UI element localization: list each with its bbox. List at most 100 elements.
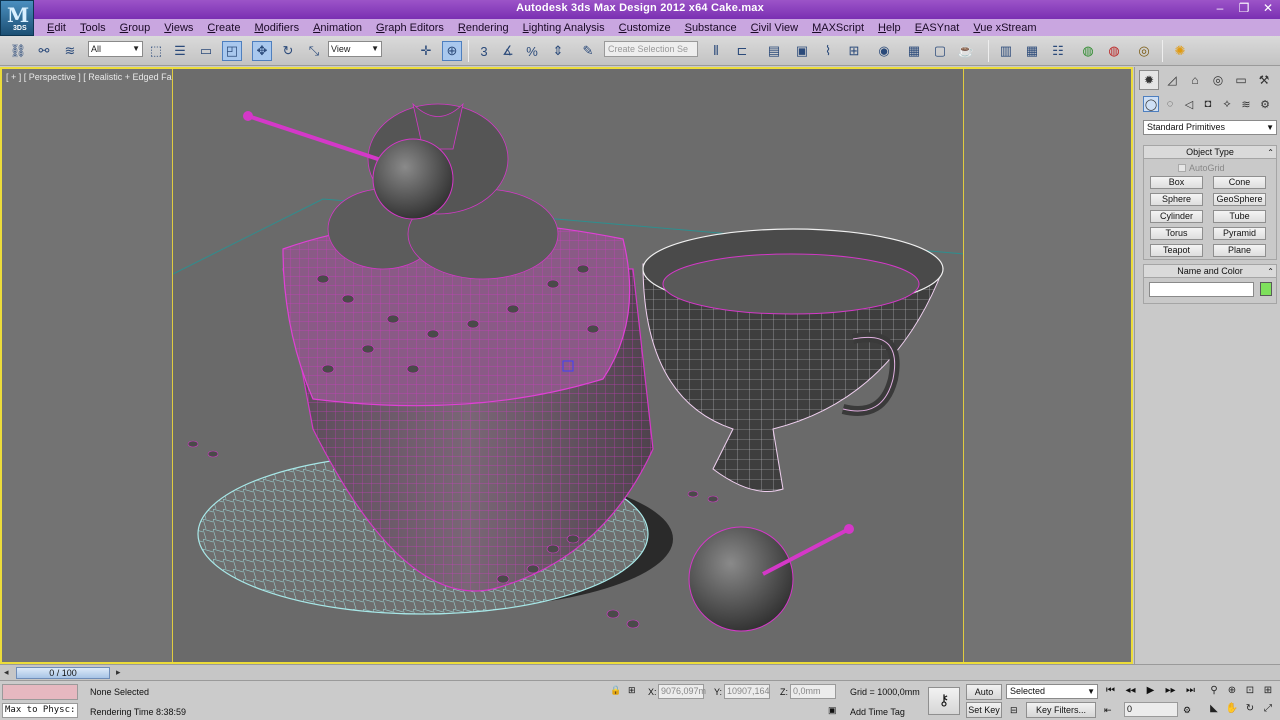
next-frame-icon[interactable]: ▸▸ [1162,684,1179,699]
zoom-extents-icon[interactable]: ⊡ [1242,683,1258,699]
sun-icon[interactable]: ✺ [1170,41,1190,61]
helpers-icon[interactable]: ⟡ [1219,96,1235,112]
add-time-tag[interactable]: Add Time Tag [850,707,905,717]
close-button[interactable]: ✕ [1256,0,1280,18]
minimize-button[interactable]: – [1208,0,1232,18]
select-object-icon[interactable]: ⬚ [146,41,166,61]
select-rotate-icon[interactable]: ↻ [278,41,298,61]
menu-help[interactable]: Help [871,22,908,34]
previous-frame-icon[interactable]: ◂◂ [1122,684,1139,699]
auto-key-button[interactable]: Auto Key [966,684,1002,711]
curve-editor-icon[interactable]: ⌇ [818,41,838,61]
tube-button[interactable]: Tube [1213,210,1266,223]
hierarchy-tab-icon[interactable]: ⌂ [1185,70,1205,90]
menu-rendering[interactable]: Rendering [451,22,516,34]
box-button[interactable]: Box [1150,176,1203,189]
cameras-icon[interactable]: ◘ [1200,96,1216,112]
pivot-center-icon[interactable]: ✛ [416,41,436,61]
table-icon[interactable]: ▥ [996,41,1016,61]
key-filters-icon[interactable]: ⊟ [1010,705,1018,716]
systems-icon[interactable]: ⚙ [1257,96,1273,112]
time-slider[interactable]: ◂ 0 / 100 ▸ [0,664,1280,680]
reference-coordinate-dropdown[interactable]: View ▼ [328,41,382,57]
selection-filter-dropdown[interactable]: All ▼ [88,41,143,57]
time-slider-next-icon[interactable]: ▸ [116,667,121,678]
graphite-toolbar-icon[interactable]: ▣ [792,41,812,61]
percent-snap-icon[interactable]: % [522,41,542,61]
zoom-extents-all-icon[interactable]: ⊞ [1260,683,1276,699]
x-coordinate-field[interactable]: 9076,097m [658,684,706,699]
current-frame-field[interactable]: 0 [1124,702,1178,717]
maximize-button[interactable]: ❐ [1232,0,1256,18]
render-production-icon[interactable]: ☕ [956,41,976,61]
list-icon[interactable]: ☷ [1048,41,1068,61]
orbit-icon[interactable]: ↻ [1242,701,1258,717]
play-icon[interactable]: ▶ [1142,684,1159,699]
select-manipulate-icon[interactable]: ⊕ [442,41,462,61]
select-by-name-icon[interactable]: ☰ [170,41,190,61]
zoom-icon[interactable]: ⚲ [1206,683,1222,699]
named-selection-sets-field[interactable]: Create Selection Se [604,41,698,57]
menu-graph-editors[interactable]: Graph Editors [369,22,451,34]
menu-substance[interactable]: Substance [678,22,744,34]
time-slider-prev-icon[interactable]: ◂ [4,667,9,678]
key-mode-toggle-icon[interactable]: ⇤ [1104,705,1112,716]
time-tag-icon[interactable]: ▣ [828,705,837,716]
key-mode-dropdown[interactable]: Selected ▼ [1006,684,1098,699]
menu-create[interactable]: Create [200,22,247,34]
plugin-gold-icon[interactable]: ◎ [1134,41,1154,61]
shapes-icon[interactable]: ◌ [1162,96,1178,112]
plugin-red-icon[interactable]: ◍ [1104,41,1124,61]
cylinder-button[interactable]: Cylinder [1150,210,1203,223]
object-color-swatch[interactable] [1260,282,1272,296]
primitive-category-dropdown[interactable]: Standard Primitives ▼ [1143,120,1277,135]
time-configuration-icon[interactable]: ⚙ [1183,705,1191,716]
menu-edit[interactable]: Edit [40,22,73,34]
menu-tools[interactable]: Tools [73,22,113,34]
object-name-input[interactable] [1149,282,1254,297]
window-crossing-icon[interactable]: ◰ [222,41,242,61]
spinner-snap-icon[interactable]: ⇕ [548,41,568,61]
geosphere-button[interactable]: GeoSphere [1213,193,1266,206]
menu-views[interactable]: Views [157,22,200,34]
cone-button[interactable]: Cone [1213,176,1266,189]
select-move-icon[interactable]: ✥ [252,41,272,61]
application-button[interactable]: M 3DS [0,0,34,36]
teapot-button[interactable]: Teapot [1150,244,1203,257]
schematic-view-icon[interactable]: ⊞ [844,41,864,61]
utilities-tab-icon[interactable]: ⚒ [1254,70,1274,90]
layer-manager-icon[interactable]: ▤ [764,41,784,61]
edit-named-selection-icon[interactable]: ✎ [578,41,598,61]
grid-icon[interactable]: ▦ [1022,41,1042,61]
menu-modifiers[interactable]: Modifiers [247,22,306,34]
bind-space-warp-icon[interactable]: ≋ [60,41,80,61]
plugin-green-icon[interactable]: ◍ [1078,41,1098,61]
set-key-button[interactable]: Set Key [966,702,1002,718]
torus-button[interactable]: Torus [1150,227,1203,240]
create-tab-icon[interactable]: ✹ [1139,70,1159,90]
pan-icon[interactable]: ✋ [1224,701,1240,717]
menu-animation[interactable]: Animation [306,22,369,34]
field-of-view-icon[interactable]: ◣ [1206,701,1222,717]
time-slider-thumb[interactable]: 0 / 100 [16,667,110,679]
menu-vue-xstream[interactable]: Vue xStream [966,22,1043,34]
absolute-mode-icon[interactable]: ⊞ [628,685,636,696]
angle-snap-icon[interactable]: ∡ [498,41,518,61]
lock-selection-icon[interactable]: 🔒 [610,685,621,696]
select-scale-icon[interactable]: ⤡ [304,41,324,61]
menu-easynat[interactable]: EASYnat [908,22,967,34]
align-icon[interactable]: ⊏ [732,41,752,61]
plane-button[interactable]: Plane [1213,244,1266,257]
sphere-button[interactable]: Sphere [1150,193,1203,206]
viewport-label[interactable]: [ + ] [ Perspective ] [ Realistic + Edge… [6,72,191,82]
space-warps-icon[interactable]: ≋ [1238,96,1254,112]
geometry-icon[interactable]: ◯ [1143,96,1159,112]
render-setup-icon[interactable]: ▦ [904,41,924,61]
y-coordinate-field[interactable]: 10907,164 [724,684,770,699]
motion-tab-icon[interactable]: ◎ [1208,70,1228,90]
set-key-icon[interactable]: ⚷ [928,687,960,715]
material-editor-icon[interactable]: ◉ [874,41,894,61]
object-type-header[interactable]: Object Type ⌃ [1144,146,1276,159]
menu-lighting-analysis[interactable]: Lighting Analysis [516,22,612,34]
name-and-color-header[interactable]: Name and Color ⌃ [1144,265,1276,278]
